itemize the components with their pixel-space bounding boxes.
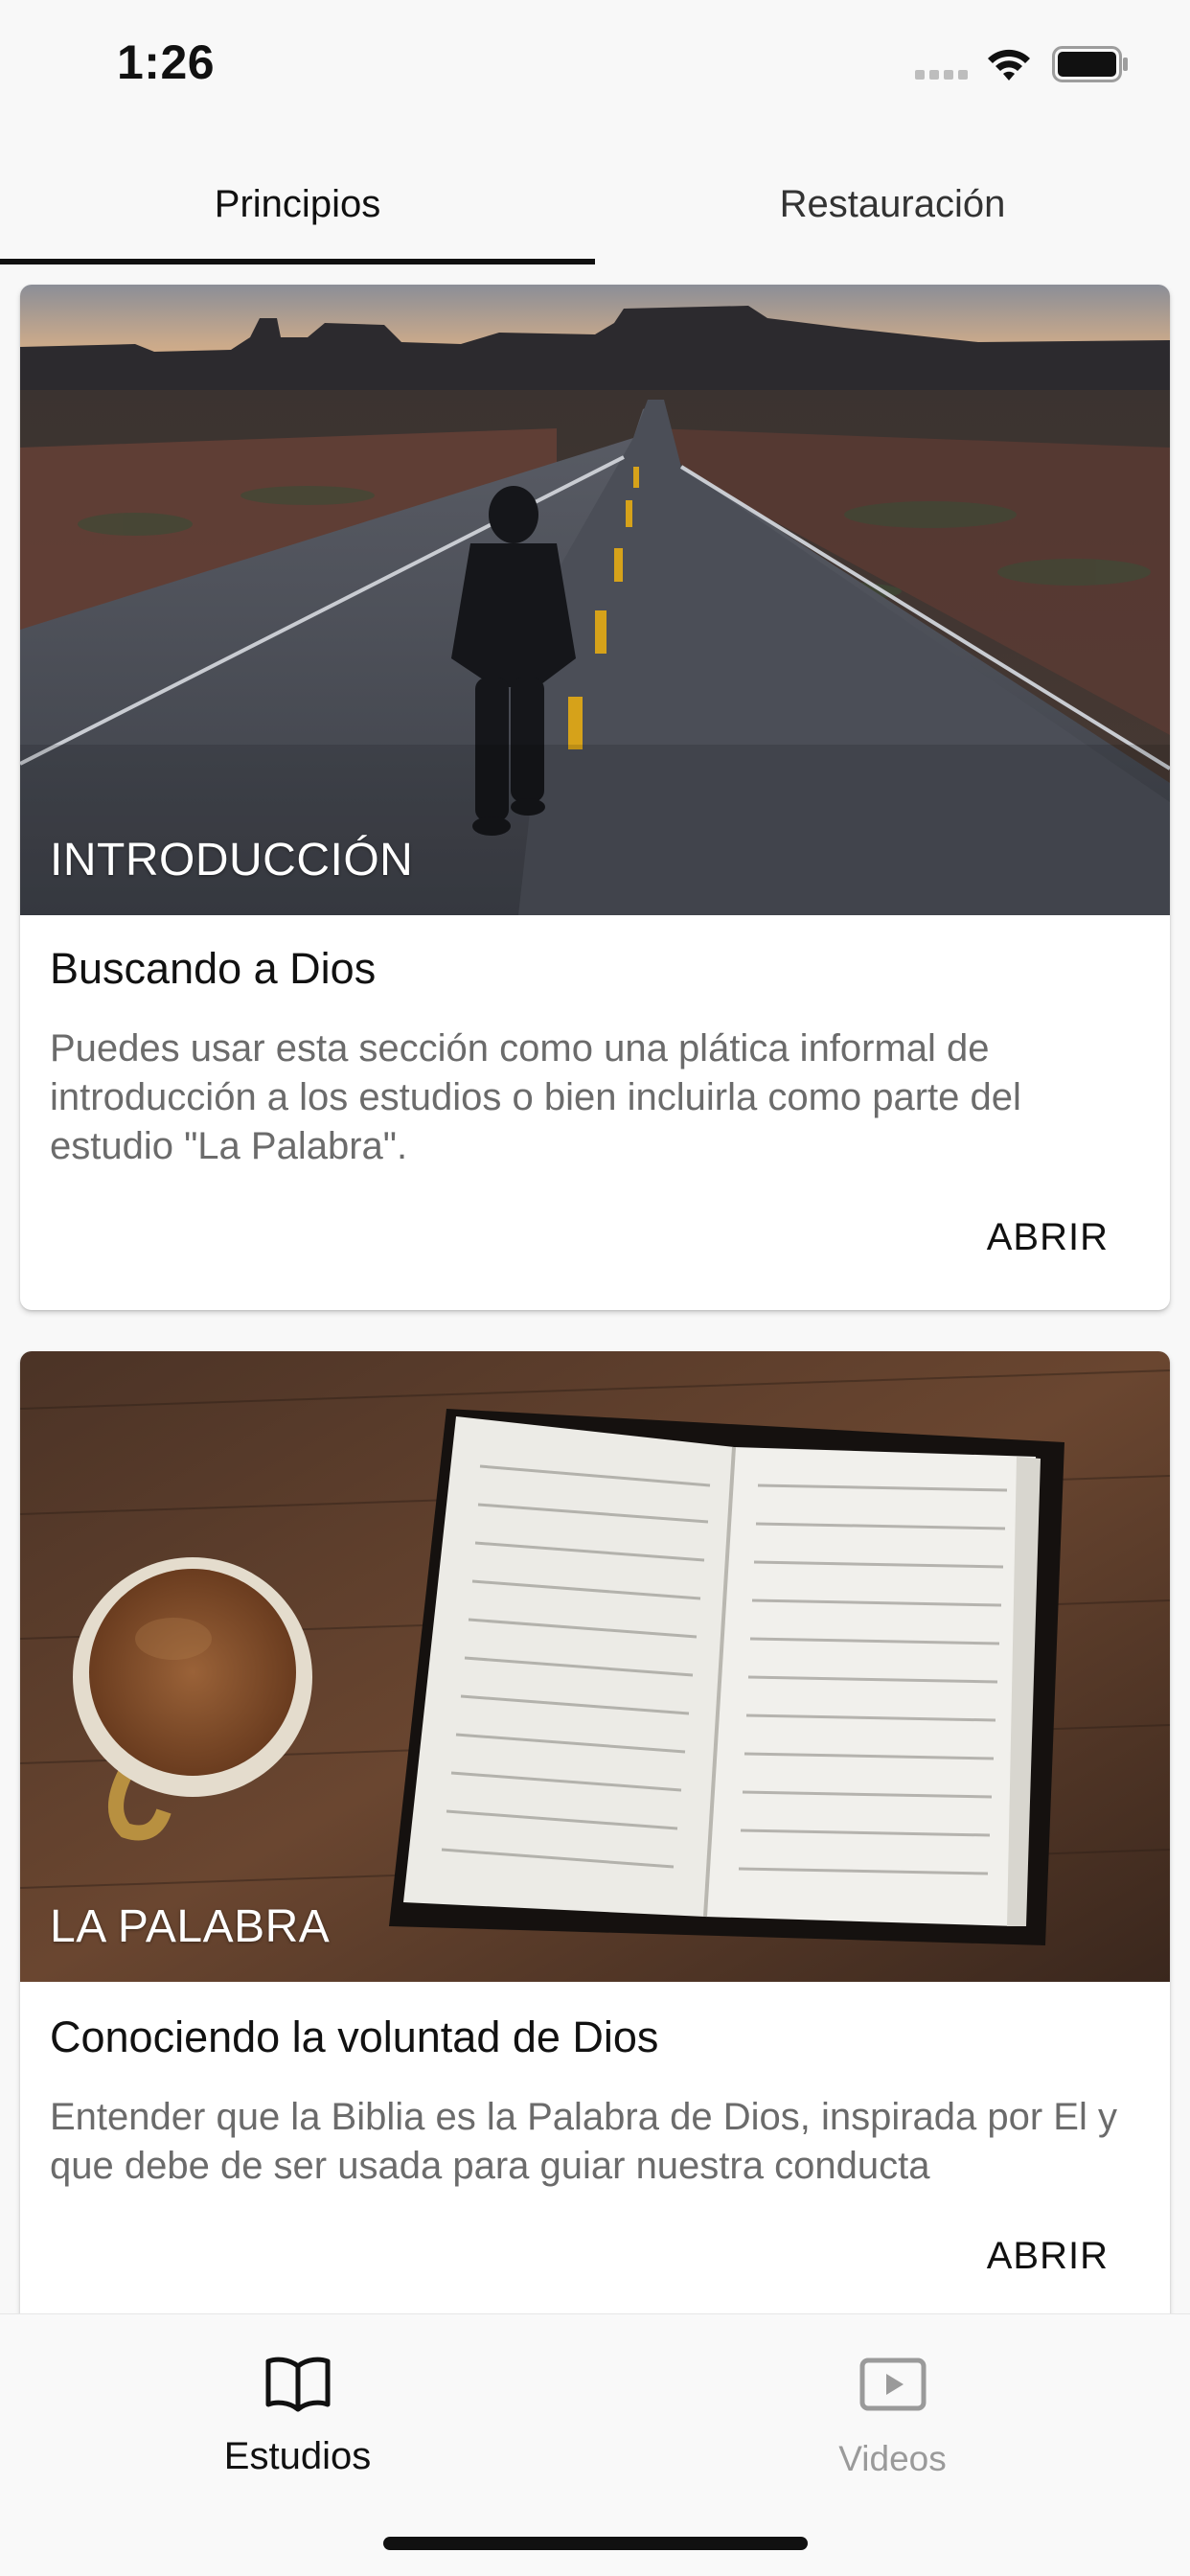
card-title: Buscando a Dios	[50, 944, 377, 993]
nav-videos[interactable]: Videos	[595, 2343, 1190, 2487]
tab-restauracion[interactable]: Restauración	[595, 144, 1190, 264]
book-open-icon	[265, 2357, 331, 2412]
card-description: Puedes usar esta sección como una plátic…	[50, 1027, 1021, 1167]
card-title: Conociendo la voluntad de Dios	[50, 2012, 659, 2061]
open-button[interactable]: ABRIR	[987, 1216, 1109, 1259]
app-screen: 1:26 Principios Restauración INTRODUCCIÓ…	[0, 0, 1190, 2576]
nav-label: Videos	[838, 2439, 947, 2478]
card-overline: LA PALABRA	[50, 1901, 331, 1952]
bible-coffee-photo	[20, 1351, 1170, 1982]
card-image-road: INTRODUCCIÓN	[20, 285, 1170, 915]
status-bar: 1:26	[0, 0, 1190, 125]
wifi-icon	[988, 49, 1030, 80]
tab-bar: Principios Restauración	[0, 144, 1190, 264]
open-button[interactable]: ABRIR	[987, 2235, 1109, 2278]
tab-principios[interactable]: Principios	[0, 144, 595, 264]
study-card-introduccion[interactable]: INTRODUCCIÓN Buscando a Dios Puedes usar…	[20, 285, 1170, 1310]
study-card-la-palabra[interactable]: LA PALABRA Conociendo la voluntad de Dio…	[20, 1351, 1170, 2369]
nav-label: Estudios	[223, 2435, 372, 2477]
status-time: 1:26	[117, 35, 216, 89]
play-video-icon	[859, 2358, 927, 2411]
card-overline: INTRODUCCIÓN	[50, 835, 414, 886]
nav-estudios[interactable]: Estudios	[0, 2343, 595, 2487]
home-indicator	[383, 2537, 808, 2550]
cellular-signal-icon	[915, 70, 971, 81]
card-description: Entender que la Biblia es la Palabra de …	[50, 2096, 1117, 2187]
bottom-navigation: Estudios Videos	[0, 2313, 1190, 2576]
card-image-bible-coffee: LA PALABRA	[20, 1351, 1170, 1982]
road-photo	[20, 285, 1170, 915]
battery-icon	[1052, 46, 1128, 82]
tab-selected-indicator	[0, 259, 595, 264]
